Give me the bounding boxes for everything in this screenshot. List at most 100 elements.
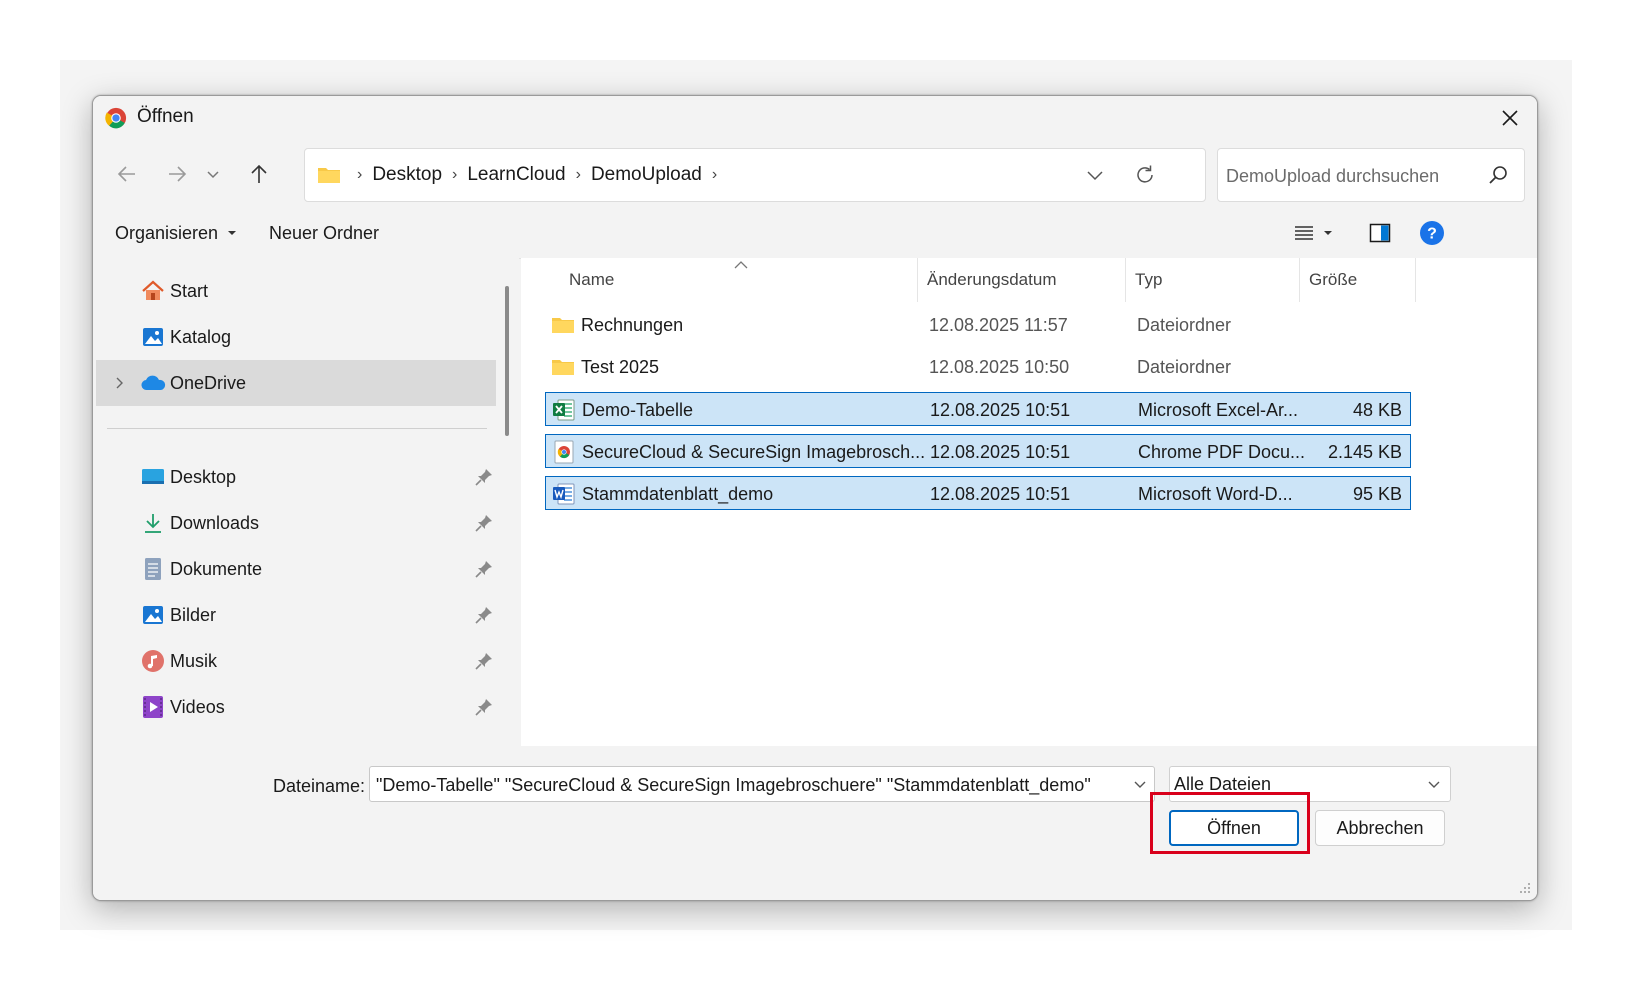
arrow-up-icon xyxy=(251,164,267,183)
view-options-button[interactable] xyxy=(1285,217,1341,249)
sidebar-item-label: Katalog xyxy=(170,326,232,347)
sidebar-item-onedrive[interactable]: OneDrive xyxy=(96,360,496,406)
back-button[interactable] xyxy=(109,156,145,192)
sidebar-item-label: Downloads xyxy=(170,512,260,533)
chevron-right-icon: › xyxy=(452,166,458,183)
help-button[interactable]: ? xyxy=(1415,217,1449,249)
sidebar-item-bilder[interactable]: Bilder xyxy=(96,592,496,638)
new-folder-label: Neuer Ordner xyxy=(269,222,380,243)
file-date: 12.08.2025 11:57 xyxy=(929,315,1068,335)
column-header-date[interactable]: Änderungsdatum xyxy=(927,258,1056,302)
file-name: Stammdatenblatt_demo xyxy=(582,484,774,504)
column-divider[interactable] xyxy=(1415,258,1416,302)
refresh-icon xyxy=(1137,165,1153,183)
music-icon xyxy=(140,648,166,674)
column-header-name[interactable]: Name xyxy=(569,258,614,302)
videos-icon xyxy=(140,694,166,720)
navigation-row: › Desktop › LearnCloud › DemoUpload › xyxy=(93,140,1537,208)
organize-button[interactable]: Organisieren xyxy=(115,216,238,250)
desktop-icon xyxy=(140,464,166,490)
refresh-button[interactable] xyxy=(1125,159,1165,191)
pin-icon xyxy=(475,561,492,578)
arrow-right-icon xyxy=(169,166,187,182)
search-box[interactable] xyxy=(1217,148,1525,202)
forward-button[interactable] xyxy=(159,156,195,192)
file-row-rechnungen[interactable]: Rechnungen 12.08.2025 11:57 Dateiordner xyxy=(545,308,1411,342)
open-file-dialog: Öffnen › Desktop › LearnCloud › DemoUplo… xyxy=(92,95,1538,901)
sidebar-item-label: Dokumente xyxy=(170,558,263,579)
file-size: 48 KB xyxy=(1352,400,1402,420)
chevron-down-icon xyxy=(1087,171,1103,181)
onedrive-icon xyxy=(140,370,166,396)
sidebar-item-videos[interactable]: Videos xyxy=(96,684,496,730)
new-folder-button[interactable]: Neuer Ordner xyxy=(269,216,379,250)
arrow-left-icon xyxy=(117,166,135,182)
file-row-demo-tabelle[interactable]: Demo-Tabelle 12.08.2025 10:51 Microsoft … xyxy=(545,392,1411,426)
sidebar-item-katalog[interactable]: Katalog xyxy=(96,314,496,360)
file-row-test-2025[interactable]: Test 2025 12.08.2025 10:50 Dateiordner xyxy=(545,350,1411,384)
sidebar-item-musik[interactable]: Musik xyxy=(96,638,496,684)
recent-locations-button[interactable] xyxy=(199,156,227,192)
organize-label: Organisieren xyxy=(115,222,219,243)
sidebar-item-downloads[interactable]: Downloads xyxy=(96,500,496,546)
filename-input[interactable] xyxy=(374,772,1118,798)
column-divider[interactable] xyxy=(917,258,918,302)
column-divider[interactable] xyxy=(1125,258,1126,302)
navigation-pane: Start Katalog OneDrive Desktop Downloads… xyxy=(93,258,519,746)
file-name: Rechnungen xyxy=(581,315,684,335)
pin-icon xyxy=(475,515,492,532)
column-header-label: Typ xyxy=(1135,270,1163,289)
file-type: Microsoft Excel-Ar... xyxy=(1138,400,1299,420)
preview-pane-button[interactable] xyxy=(1363,217,1397,249)
command-bar: Organisieren Neuer Ordner ? xyxy=(93,208,1537,259)
sidebar-item-start[interactable]: Start xyxy=(96,268,496,314)
chevron-right-icon xyxy=(116,377,123,389)
file-name: Demo-Tabelle xyxy=(582,400,694,420)
pin-icon xyxy=(475,607,492,624)
open-button-highlight xyxy=(1150,792,1310,854)
file-type: Dateiordner xyxy=(1137,315,1232,335)
breadcrumb-learncloud[interactable]: LearnCloud xyxy=(467,164,565,186)
file-row-stammdatenblatt[interactable]: Stammdatenblatt_demo 12.08.2025 10:51 Mi… xyxy=(545,476,1411,510)
sidebar-item-desktop[interactable]: Desktop xyxy=(96,454,496,500)
address-history-button[interactable] xyxy=(1075,159,1115,191)
pin-icon xyxy=(475,469,492,486)
resize-grip-icon[interactable] xyxy=(1519,882,1531,894)
column-divider[interactable] xyxy=(1299,258,1300,302)
chevron-down-icon xyxy=(207,171,219,179)
column-header-type[interactable]: Typ xyxy=(1135,258,1162,302)
caret-down-icon xyxy=(1324,231,1332,235)
help-icon: ? xyxy=(1420,221,1444,245)
address-bar[interactable]: › Desktop › LearnCloud › DemoUpload › xyxy=(304,148,1206,202)
filename-combobox[interactable] xyxy=(369,766,1155,802)
file-date: 12.08.2025 10:51 xyxy=(930,400,1071,420)
chevron-down-icon[interactable] xyxy=(1132,776,1148,792)
cancel-button[interactable]: Abbrechen xyxy=(1315,810,1445,846)
search-input[interactable] xyxy=(1224,159,1478,193)
word-icon xyxy=(553,483,575,505)
breadcrumb-demoupload[interactable]: DemoUpload xyxy=(591,164,702,186)
sidebar-item-label: Musik xyxy=(170,650,218,671)
up-button[interactable] xyxy=(241,156,277,192)
close-button[interactable] xyxy=(1483,96,1537,140)
sidebar-item-label: OneDrive xyxy=(170,372,247,393)
document-icon xyxy=(140,556,166,582)
svg-text:?: ? xyxy=(1427,226,1437,243)
breadcrumb-desktop[interactable]: Desktop xyxy=(372,164,442,186)
caret-down-icon xyxy=(228,231,237,235)
column-header-label: Änderungsdatum xyxy=(927,270,1057,289)
sidebar-scrollbar[interactable] xyxy=(505,286,509,436)
column-header-size[interactable]: Größe xyxy=(1309,258,1357,302)
file-date: 12.08.2025 10:51 xyxy=(930,442,1071,462)
file-type: Chrome PDF Docu... xyxy=(1138,442,1306,462)
sort-ascending-icon xyxy=(734,261,748,269)
file-row-securecloud-pdf[interactable]: SecureCloud & SecureSign Imagebrosch... … xyxy=(545,434,1411,468)
sidebar-item-label: Desktop xyxy=(170,466,237,487)
sidebar-item-dokumente[interactable]: Dokumente xyxy=(96,546,496,592)
file-name: SecureCloud & SecureSign Imagebrosch... xyxy=(582,442,926,462)
chevron-right-icon: › xyxy=(575,166,581,183)
chrome-icon xyxy=(105,107,127,129)
excel-icon xyxy=(553,399,575,421)
title-bar: Öffnen xyxy=(93,96,1537,140)
chevron-right-icon: › xyxy=(711,166,718,183)
